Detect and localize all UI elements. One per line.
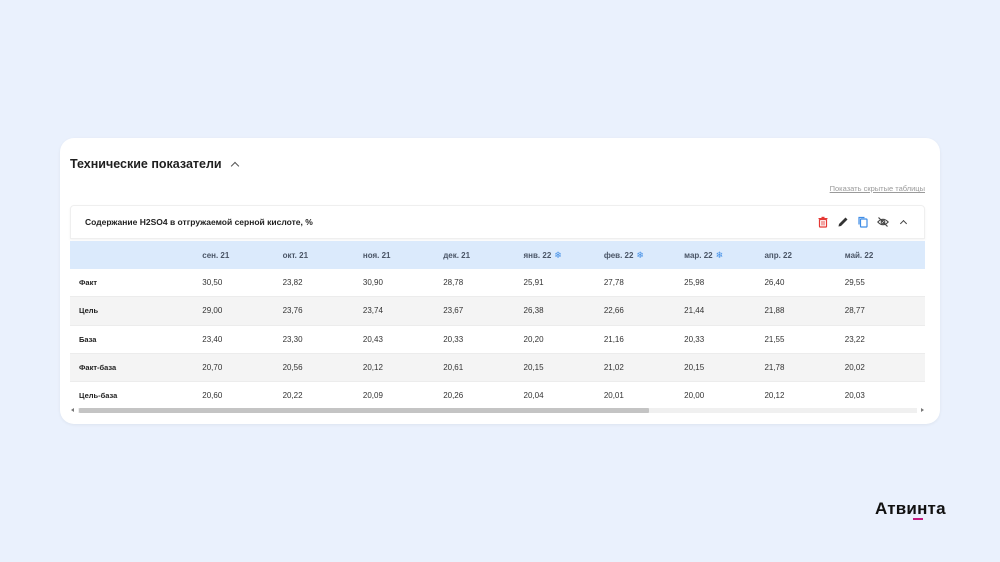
- row-label: Факт: [79, 278, 97, 288]
- table-cell[interactable]: 23,74: [363, 306, 443, 315]
- table-cell[interactable]: 20,70: [202, 363, 282, 372]
- table-cell[interactable]: 20,01: [604, 391, 684, 400]
- technical-indicators-card: Технические показатели Показать скрытые …: [60, 138, 940, 424]
- table-cell[interactable]: 20,00: [684, 391, 764, 400]
- table-header-bar: Содержание H2SO4 в отгружаемой серной ки…: [70, 205, 925, 239]
- row-label: Цель-база: [79, 391, 118, 401]
- table-row: Факт-база 20,70 20,56 20,12 20,61 20,15 …: [70, 352, 925, 382]
- table-cell[interactable]: 23,67: [443, 306, 523, 315]
- table-cell[interactable]: 21,55: [764, 335, 844, 344]
- table-cell[interactable]: 21,88: [764, 306, 844, 315]
- table-cell[interactable]: 20,09: [363, 391, 443, 400]
- table-cell[interactable]: 30,90: [363, 278, 443, 287]
- show-hidden-tables-link[interactable]: Показать скрытые таблицы: [830, 184, 925, 193]
- table-cell[interactable]: 20,20: [524, 335, 604, 344]
- table-cell[interactable]: 30,50: [202, 278, 282, 287]
- table-row: База 23,40 23,30 20,43 20,33 20,20 21,16…: [70, 324, 925, 353]
- table-cell[interactable]: 20,03: [845, 391, 925, 400]
- chevron-up-icon[interactable]: [230, 161, 239, 170]
- table-cell[interactable]: 21,44: [684, 306, 764, 315]
- table-cell[interactable]: 21,78: [764, 363, 844, 372]
- column-header[interactable]: апр. 22: [764, 251, 844, 260]
- table-cell[interactable]: 20,43: [363, 335, 443, 344]
- brand-logo-accent: [913, 518, 923, 520]
- indicator-table: Содержание H2SO4 в отгружаемой серной ки…: [70, 205, 925, 417]
- copy-icon[interactable]: [856, 215, 870, 229]
- chevron-up-icon[interactable]: [896, 215, 910, 229]
- table-row: Факт 30,50 23,82 30,90 28,78 25,91 27,78…: [70, 269, 925, 296]
- section-header[interactable]: Технические показатели: [70, 157, 239, 171]
- snowflake-icon: ❄: [554, 249, 562, 260]
- table-cell[interactable]: 21,02: [604, 363, 684, 372]
- table-toolbar: [816, 215, 910, 229]
- table-cell[interactable]: 23,76: [283, 306, 363, 315]
- table-cell[interactable]: 23,30: [283, 335, 363, 344]
- eye-off-icon[interactable]: [876, 215, 890, 229]
- table-cell[interactable]: 20,12: [764, 391, 844, 400]
- table-cell[interactable]: 29,55: [845, 278, 925, 287]
- table-row: Цель 29,00 23,76 23,74 23,67 26,38 22,66…: [70, 296, 925, 325]
- table-cell[interactable]: 20,15: [524, 363, 604, 372]
- section-title: Технические показатели: [70, 157, 222, 171]
- column-header[interactable]: окт. 21: [283, 251, 363, 260]
- column-header[interactable]: янв. 22 ❄: [524, 250, 604, 261]
- scroll-left-arrow-icon[interactable]: [71, 408, 74, 412]
- trash-icon[interactable]: [816, 215, 830, 229]
- table-title: Содержание H2SO4 в отгружаемой серной ки…: [85, 217, 313, 227]
- table-cell[interactable]: 23,40: [202, 335, 282, 344]
- table-cell[interactable]: 22,66: [604, 306, 684, 315]
- table-cell[interactable]: 23,82: [283, 278, 363, 287]
- table-cell[interactable]: 25,91: [524, 278, 604, 287]
- column-header[interactable]: май. 22: [845, 251, 925, 260]
- brand-logo: Атвинта: [875, 499, 946, 518]
- table-cell[interactable]: 20,33: [443, 335, 523, 344]
- table-cell[interactable]: 28,78: [443, 278, 523, 287]
- column-header-row: сен. 21 окт. 21 ноя. 21 дек. 21 янв. 22 ❄…: [70, 241, 925, 269]
- scroll-thumb[interactable]: [79, 408, 649, 413]
- table-cell[interactable]: 20,02: [845, 363, 925, 372]
- table-cell[interactable]: 20,56: [283, 363, 363, 372]
- table-cell[interactable]: 20,22: [283, 391, 363, 400]
- table-cell[interactable]: 20,04: [524, 391, 604, 400]
- table-cell[interactable]: 20,15: [684, 363, 764, 372]
- horizontal-scrollbar[interactable]: [70, 406, 925, 415]
- snowflake-icon: ❄: [636, 249, 644, 260]
- table-cell[interactable]: 20,61: [443, 363, 523, 372]
- column-header[interactable]: ноя. 21: [363, 251, 443, 260]
- scroll-right-arrow-icon[interactable]: [921, 408, 924, 412]
- column-header[interactable]: дек. 21: [443, 251, 523, 260]
- table-cell[interactable]: 29,00: [202, 306, 282, 315]
- table-cell[interactable]: 27,78: [604, 278, 684, 287]
- column-header[interactable]: фев. 22 ❄: [604, 250, 684, 261]
- table-cell[interactable]: 20,12: [363, 363, 443, 372]
- table-cell[interactable]: 20,26: [443, 391, 523, 400]
- snowflake-icon: ❄: [715, 249, 724, 260]
- table-cell[interactable]: 25,98: [684, 278, 764, 287]
- column-header[interactable]: мар. 22 ❄: [684, 250, 764, 261]
- row-label: Факт-база: [79, 363, 117, 373]
- row-label: Цель: [79, 306, 99, 316]
- data-grid: сен. 21 окт. 21 ноя. 21 дек. 21 янв. 22 ❄…: [70, 241, 925, 409]
- row-label: База: [79, 334, 97, 344]
- table-cell[interactable]: 26,38: [524, 306, 604, 315]
- table-cell[interactable]: 23,22: [845, 335, 925, 344]
- table-cell[interactable]: 28,77: [845, 306, 925, 315]
- table-cell[interactable]: 20,60: [202, 391, 282, 400]
- table-cell[interactable]: 26,40: [764, 278, 844, 287]
- pencil-icon[interactable]: [836, 215, 850, 229]
- table-cell[interactable]: 21,16: [604, 335, 684, 344]
- column-header[interactable]: сен. 21: [202, 251, 282, 260]
- table-cell[interactable]: 20,33: [684, 335, 764, 344]
